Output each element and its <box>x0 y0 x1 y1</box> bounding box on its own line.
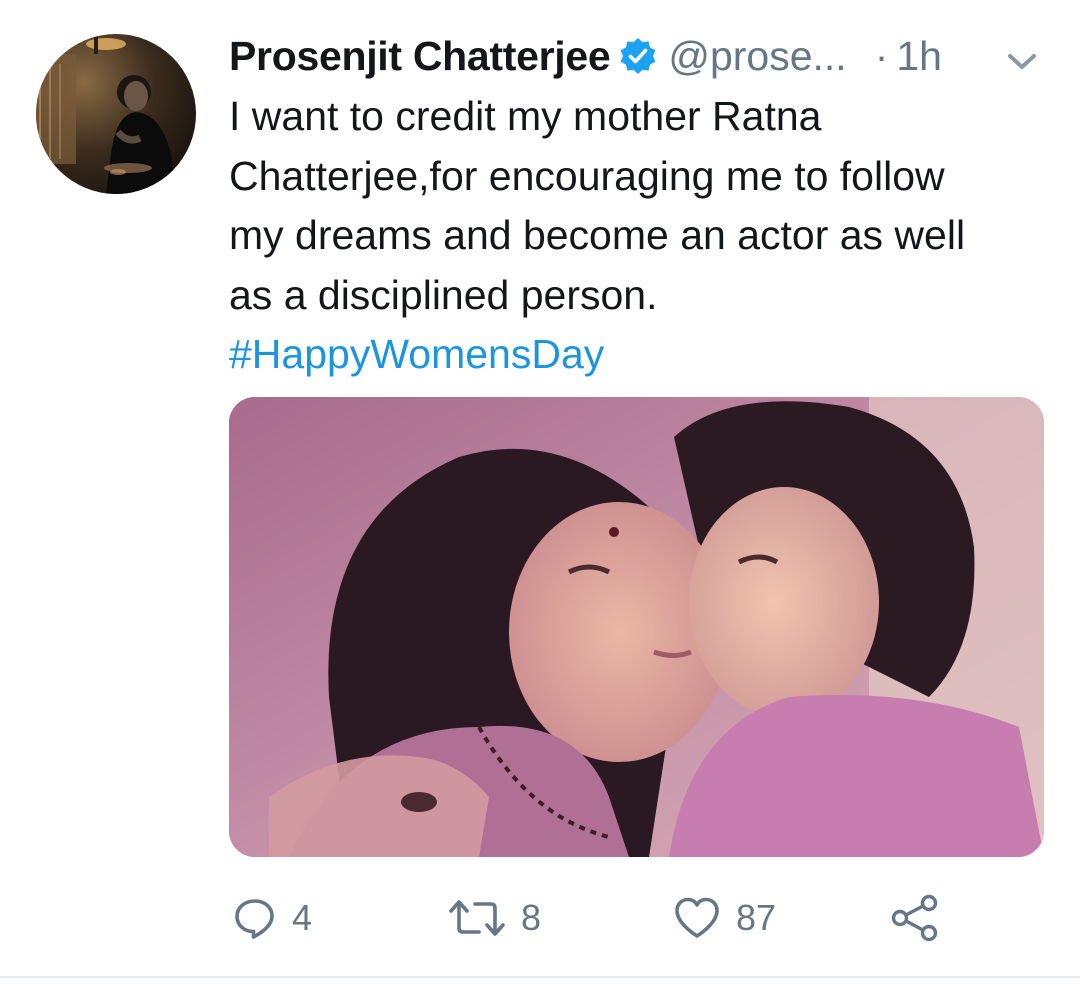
tweet-text-line: my dreams and become an actor as well <box>229 212 966 258</box>
verified-badge-icon <box>618 36 658 76</box>
reply-button[interactable]: 4 <box>232 888 312 948</box>
avatar[interactable] <box>36 34 196 194</box>
reply-icon <box>235 899 274 939</box>
meta-separator: · <box>874 32 889 79</box>
avatar-image <box>36 34 196 194</box>
share-icon <box>891 894 938 942</box>
photo-image <box>229 397 1044 857</box>
reply-count: 4 <box>292 897 313 938</box>
tweet-text-line: I want to credit my mother Ratna <box>229 93 822 139</box>
hashtag-link[interactable]: #HappyWomensDay <box>229 325 1059 385</box>
share-button[interactable] <box>888 888 942 948</box>
author-name[interactable]: Prosenjit Chatterjee <box>229 33 611 80</box>
retweet-icon <box>449 900 505 936</box>
like-button[interactable]: 87 <box>672 888 776 948</box>
tweet-text: I want to credit my mother Ratna Chatter… <box>229 87 1059 385</box>
chevron-down-icon[interactable] <box>1000 40 1044 80</box>
divider <box>0 976 1080 978</box>
tweet-timestamp[interactable]: 1h <box>896 33 942 80</box>
tweet-text-line: Chatterjee,for encouraging me to follow <box>229 152 945 199</box>
like-count: 87 <box>736 897 777 938</box>
tweet-photo[interactable] <box>229 397 1044 857</box>
tweet-header: Prosenjit Chatterjee @prose... · 1h <box>229 28 1049 84</box>
tweet-actions: 4 8 87 <box>0 888 1080 948</box>
retweet-button[interactable]: 8 <box>447 888 541 948</box>
retweet-count: 8 <box>521 897 542 938</box>
tweet[interactable]: Prosenjit Chatterjee @prose... · 1h I wa… <box>0 0 1080 990</box>
author-handle[interactable]: @prose... <box>668 33 846 80</box>
heart-icon <box>675 897 719 938</box>
tweet-text-line: as a disciplined person. <box>229 271 658 318</box>
